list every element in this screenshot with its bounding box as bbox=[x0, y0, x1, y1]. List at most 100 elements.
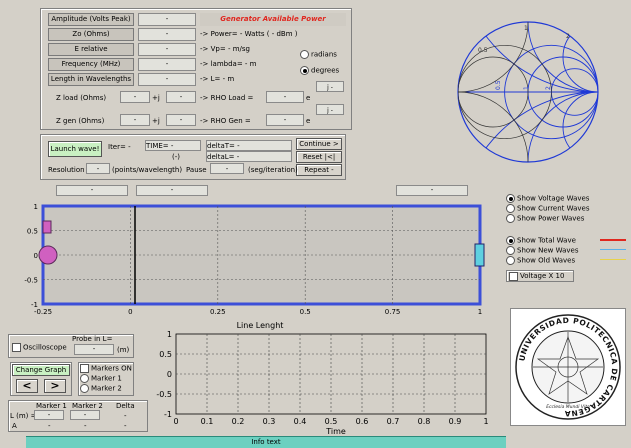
probe-input[interactable]: - bbox=[74, 344, 114, 355]
show-total-label: Show Total Wave bbox=[517, 236, 576, 245]
length-label: Length in Wavelengths bbox=[48, 73, 134, 86]
generator-source-icon bbox=[38, 245, 58, 265]
current-radio-dot bbox=[506, 204, 515, 213]
show-total-option[interactable]: Show Total Wave bbox=[506, 236, 576, 246]
zgen-imag-input[interactable]: - bbox=[166, 114, 196, 126]
show-old-option[interactable]: Show Old Waves bbox=[506, 256, 575, 266]
amplitude-input[interactable]: - bbox=[138, 13, 196, 26]
show-new-option[interactable]: Show New Waves bbox=[506, 246, 578, 256]
prev-graph-button[interactable]: < bbox=[16, 379, 38, 393]
wave-xtick-label: 0.75 bbox=[385, 308, 401, 316]
resolution-input[interactable]: - bbox=[86, 163, 110, 174]
wave-xtick-label: -0.25 bbox=[34, 308, 52, 316]
erelative-input[interactable]: - bbox=[138, 43, 196, 56]
continue-button[interactable]: Continue > bbox=[296, 138, 342, 150]
power-radio-dot bbox=[506, 214, 515, 223]
zload-plus-j: +j bbox=[152, 94, 160, 102]
frequency-label: Frequency (MHz) bbox=[48, 58, 134, 71]
rho-load-phase: j - bbox=[316, 81, 344, 92]
marker2-option[interactable]: Marker 2 bbox=[80, 384, 122, 394]
show-current-option[interactable]: Show Current Waves bbox=[506, 204, 590, 214]
show-current-label: Show Current Waves bbox=[517, 204, 590, 213]
wave-xtick-label: 0.25 bbox=[210, 308, 226, 316]
time-ytick-label: 0.5 bbox=[159, 350, 172, 359]
new-radio-dot bbox=[506, 246, 515, 255]
smith-label: 1 bbox=[523, 86, 530, 90]
delta-l-value: - bbox=[124, 412, 127, 420]
wave-ytick-label: 0.5 bbox=[27, 228, 38, 236]
load-marker bbox=[474, 243, 485, 267]
change-graph-button[interactable]: Change Graph bbox=[12, 364, 70, 376]
time-ytick-label: -0.5 bbox=[156, 390, 172, 399]
oscilloscope-toggle[interactable]: Oscilloscope bbox=[12, 343, 67, 353]
rho-gen-phase: j - bbox=[316, 104, 344, 115]
marker2-label: Marker 2 bbox=[91, 384, 122, 393]
launch-wave-button[interactable]: Launch wave! bbox=[48, 141, 102, 157]
oscilloscope-check bbox=[12, 343, 21, 352]
next-graph-button[interactable]: > bbox=[44, 379, 66, 393]
smith-chart-grid bbox=[457, 21, 599, 163]
wave-xtick-label: 0.5 bbox=[300, 308, 311, 316]
deltaL-readout: deltaL= - bbox=[206, 151, 292, 162]
pause-label: Pause bbox=[186, 166, 207, 174]
time-xtick-label: 0.7 bbox=[387, 417, 400, 426]
oscilloscope-label: Oscilloscope bbox=[23, 343, 67, 352]
vp-readout: -> Vp= - m/sg bbox=[200, 45, 250, 53]
total-radio-dot bbox=[506, 236, 515, 245]
voltage-radio-dot bbox=[506, 194, 515, 203]
degrees-radio[interactable]: degrees bbox=[300, 66, 339, 76]
zo-input[interactable]: - bbox=[138, 28, 196, 41]
zo-label: Zo (Ohms) bbox=[48, 28, 134, 41]
markers-on-label: Markers ON bbox=[91, 364, 132, 373]
degrees-label: degrees bbox=[311, 66, 340, 75]
seg-iter-label: (seg/iteration) bbox=[248, 166, 298, 174]
time-xtick-label: 0.2 bbox=[232, 417, 245, 426]
zgen-real-input[interactable]: - bbox=[120, 114, 150, 126]
iter-readout: Iter= - bbox=[108, 143, 131, 151]
zload-label: Z load (Ohms) bbox=[56, 94, 107, 102]
voltage-x10-box[interactable]: Voltage X 10 bbox=[506, 270, 574, 282]
rho-load-e: e bbox=[306, 94, 311, 102]
wave-xlabel: Line Lenght bbox=[237, 321, 284, 330]
top-field-3: - bbox=[396, 185, 468, 196]
radians-radio[interactable]: radians bbox=[300, 50, 337, 60]
marker1-a-value: - bbox=[48, 422, 51, 430]
smith-label: 0.5 bbox=[495, 80, 502, 90]
repeat-button[interactable]: Repeat - bbox=[296, 164, 342, 176]
zload-real-input[interactable]: - bbox=[120, 91, 150, 103]
marker1-l-value: - bbox=[34, 410, 64, 420]
delta-header: Delta bbox=[116, 402, 135, 410]
markers-on-toggle[interactable]: Markers ON bbox=[80, 364, 132, 374]
time-xtick-label: 0.9 bbox=[449, 417, 462, 426]
power-readout: -> Power= - Watts ( - dBm ) bbox=[200, 30, 298, 38]
show-voltage-label: Show Voltage Waves bbox=[517, 194, 590, 203]
reset-button[interactable]: Reset |<| bbox=[296, 151, 342, 163]
time-plot: 0 0.1 0.2 0.3 0.4 0.5 0.6 0.7 0.8 0.9 1 1 0.5 0 -0.5 -1… bbox=[156, 330, 488, 436]
rho-load-value: - bbox=[266, 91, 304, 103]
time-xtick-label: 0.1 bbox=[201, 417, 214, 426]
voltage-x10-check bbox=[509, 271, 518, 281]
time-ytick-label: 0 bbox=[167, 370, 172, 379]
smith-label: 2 bbox=[566, 33, 570, 40]
resolution-label: Resolution bbox=[48, 166, 85, 174]
time-xtick-label: 0.6 bbox=[356, 417, 369, 426]
time-xtick-label: 0.3 bbox=[263, 417, 276, 426]
time-readout: TIME= - bbox=[145, 140, 201, 151]
l-readout: -> L= - m bbox=[200, 75, 235, 83]
marker-l-label: L (m) = bbox=[10, 412, 37, 420]
time-ytick-label: 1 bbox=[167, 330, 172, 339]
smith-chart: 0.5 1 2 0.5 1 2 bbox=[457, 21, 599, 163]
frequency-input[interactable]: - bbox=[138, 58, 196, 71]
logo-motto: Ecclesia Mundi Vita bbox=[546, 404, 590, 410]
top-field-2: - bbox=[136, 185, 208, 196]
pause-input[interactable]: - bbox=[210, 163, 244, 174]
zload-imag-input[interactable]: - bbox=[166, 91, 196, 103]
length-input[interactable]: - bbox=[138, 73, 196, 86]
probe-label: Probe in L= bbox=[72, 335, 113, 343]
wave-xtick-label: 0 bbox=[128, 308, 132, 316]
marker-a-label: A bbox=[12, 422, 17, 430]
marker1-option[interactable]: Marker 1 bbox=[80, 374, 122, 384]
marker1-radio-dot bbox=[80, 374, 89, 383]
show-voltage-option[interactable]: Show Voltage Waves bbox=[506, 194, 589, 204]
show-power-option[interactable]: Show Power Waves bbox=[506, 214, 584, 224]
